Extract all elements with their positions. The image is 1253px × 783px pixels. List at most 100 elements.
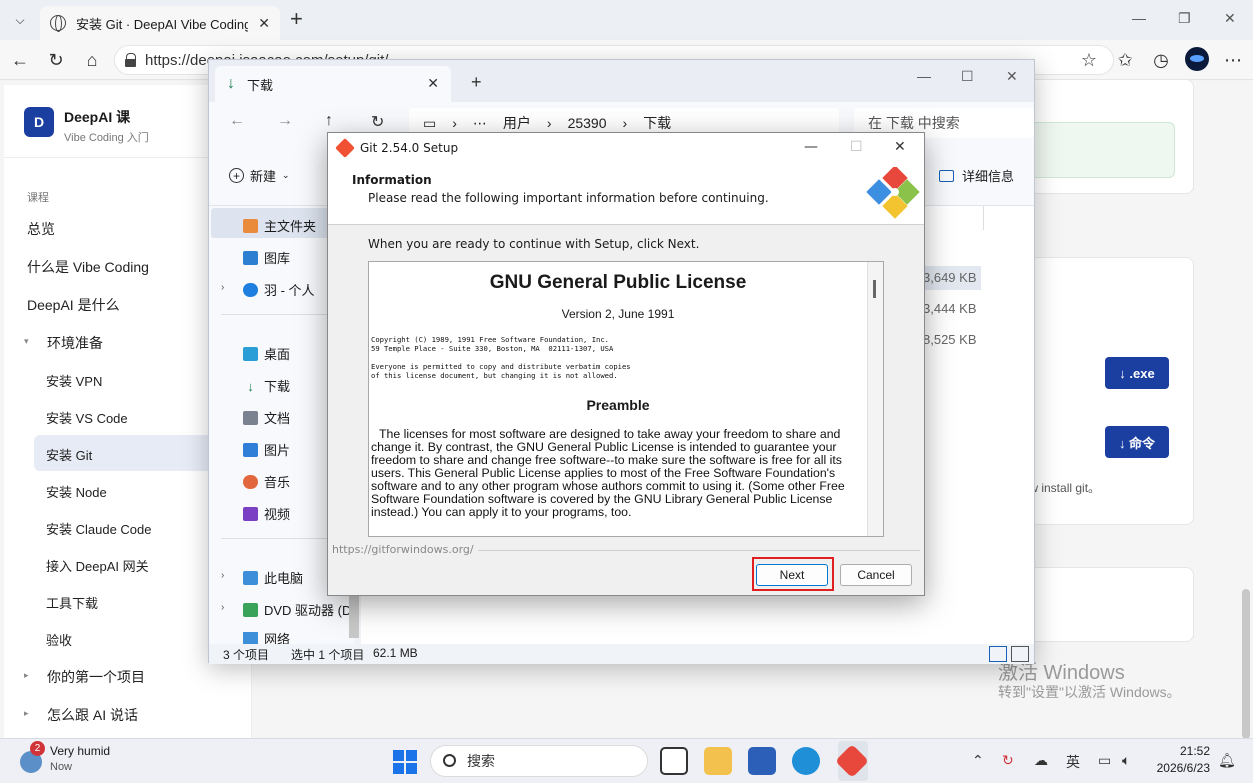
collapsed-caret-icon[interactable]: ▸ bbox=[24, 670, 29, 681]
cloud-status-icon[interactable]: ☁ bbox=[1034, 752, 1048, 769]
explorer-tab-close-icon[interactable]: ✕ bbox=[427, 75, 439, 92]
explorer-close-icon[interactable]: ✕ bbox=[1006, 68, 1018, 85]
sidebar-item-environment[interactable]: 环境准备 bbox=[47, 333, 103, 353]
preamble-title: Preamble bbox=[586, 397, 650, 413]
task-view-icon[interactable] bbox=[660, 747, 688, 775]
nav-item-downloads[interactable]: ↓ 下载 bbox=[243, 376, 290, 395]
brand-logo[interactable]: D bbox=[24, 107, 54, 137]
explorer-up-icon[interactable]: ↑ bbox=[325, 112, 333, 130]
explorer-maximize-icon[interactable]: ☐ bbox=[961, 68, 974, 85]
dialog-intro: When you are ready to continue with Setu… bbox=[368, 237, 700, 251]
volume-icon[interactable]: 🔈︎ bbox=[1122, 752, 1130, 769]
nav-item-pictures[interactable]: 图片 bbox=[243, 440, 290, 459]
weather-text[interactable]: Very humid bbox=[50, 744, 110, 758]
microsoft-store-icon[interactable] bbox=[748, 747, 776, 775]
license-scrollbar[interactable] bbox=[867, 262, 883, 536]
sidebar-sub-acceptance[interactable]: 验收 bbox=[46, 630, 72, 649]
expand-caret-icon[interactable]: ▾ bbox=[24, 336, 29, 347]
favorite-star-icon[interactable]: ☆ bbox=[1077, 48, 1101, 72]
next-highlight-box bbox=[752, 557, 834, 591]
ime-indicator[interactable]: 英 bbox=[1066, 752, 1080, 772]
explorer-minimize-icon[interactable]: — bbox=[917, 68, 931, 84]
refresh-icon[interactable]: ↻ bbox=[44, 48, 68, 72]
sidebar-sub-tools[interactable]: 工具下载 bbox=[46, 593, 98, 612]
profile-avatar[interactable] bbox=[1185, 47, 1209, 71]
details-view-icon[interactable] bbox=[989, 646, 1007, 662]
back-arrow-icon[interactable]: ← bbox=[8, 48, 32, 72]
sidebar-sub-node[interactable]: 安装 Node bbox=[46, 482, 107, 501]
explorer-forward-icon[interactable]: → bbox=[277, 112, 293, 130]
nav-item-home[interactable]: 主文件夹 bbox=[243, 216, 316, 235]
browser-tab[interactable]: 安装 Git · DeepAI Vibe Coding 课 ✕ bbox=[40, 6, 280, 40]
tiles-view-icon[interactable] bbox=[1011, 646, 1029, 662]
restore-icon[interactable]: ❐ bbox=[1178, 10, 1191, 27]
expand-chevron-icon[interactable]: › bbox=[221, 602, 224, 613]
collapsed-caret-icon[interactable]: ▸ bbox=[24, 708, 29, 719]
nav-item-music[interactable]: 音乐 bbox=[243, 472, 290, 491]
home-icon[interactable]: ⌂ bbox=[80, 48, 104, 72]
tab-list-chevron-icon[interactable]: ⌵ bbox=[8, 8, 32, 32]
tab-close-icon[interactable]: ✕ bbox=[258, 15, 270, 32]
more-menu-icon[interactable]: ⋯ bbox=[1221, 48, 1245, 72]
explorer-new-tab-icon[interactable]: + bbox=[471, 72, 482, 93]
explorer-refresh-icon[interactable]: ↻ bbox=[371, 112, 384, 132]
sidebar-item-first-project[interactable]: 你的第一个项目 bbox=[47, 667, 145, 687]
nav-item-videos[interactable]: 视频 bbox=[243, 504, 290, 523]
path-segment[interactable]: 用户 bbox=[503, 113, 531, 133]
path-segment[interactable]: 下载 bbox=[643, 113, 671, 133]
sidebar-sub-git[interactable]: 安装 Git bbox=[46, 445, 92, 464]
network-icon[interactable]: ▭ bbox=[1098, 752, 1111, 769]
edge-browser-icon[interactable] bbox=[792, 747, 820, 775]
license-title: GNU General Public License bbox=[489, 272, 747, 293]
explorer-tab[interactable]: ↓ 下载 ✕ bbox=[215, 66, 451, 102]
favorites-list-icon[interactable]: ✩ bbox=[1113, 48, 1137, 72]
sidebar-sub-vscode[interactable]: 安装 VS Code bbox=[46, 408, 128, 427]
nav-item-network[interactable]: 网络 bbox=[243, 632, 290, 644]
windows-start-icon[interactable] bbox=[393, 750, 417, 774]
sidebar-item-what-is-deepai[interactable]: DeepAI 是什么 bbox=[27, 295, 120, 315]
nav-item-documents[interactable]: 文档 bbox=[243, 408, 290, 427]
nav-item-onedrive[interactable]: 羽 - 个人 bbox=[243, 280, 315, 299]
brand-name[interactable]: DeepAI 课 bbox=[64, 107, 130, 127]
explorer-details-button[interactable]: 详细信息 bbox=[939, 166, 1014, 185]
download-exe-button[interactable]: ↓ .exe bbox=[1105, 357, 1169, 389]
expand-chevron-icon[interactable]: › bbox=[221, 282, 224, 293]
page-scrollbar[interactable] bbox=[1242, 589, 1250, 739]
file-explorer-icon[interactable] bbox=[704, 747, 732, 775]
download-command-button[interactable]: ↓ 命令 bbox=[1105, 426, 1169, 458]
nav-item-this-pc[interactable]: 此电脑 bbox=[243, 568, 303, 587]
file-size: 8,525 KB bbox=[923, 332, 977, 347]
sidebar-item-what-is-vibe-coding[interactable]: 什么是 Vibe Coding bbox=[27, 257, 149, 277]
sidebar-sub-vpn[interactable]: 安装 VPN bbox=[46, 371, 102, 390]
nav-item-gallery[interactable]: 图库 bbox=[243, 248, 290, 267]
clock-date[interactable]: 2026/6/23 bbox=[1152, 761, 1210, 775]
sidebar-sub-gateway[interactable]: 接入 DeepAI 网关 bbox=[46, 556, 149, 575]
nav-item-desktop[interactable]: 桌面 bbox=[243, 344, 290, 363]
expand-chevron-icon[interactable]: › bbox=[221, 570, 224, 581]
dialog-minimize-icon[interactable]: — bbox=[804, 139, 818, 155]
sync-icon[interactable]: ↻ bbox=[1002, 752, 1014, 769]
sidebar-sub-claude-code[interactable]: 安装 Claude Code bbox=[46, 519, 152, 538]
close-window-icon[interactable]: ✕ bbox=[1224, 10, 1236, 27]
new-tab-plus-icon[interactable]: + bbox=[290, 8, 303, 30]
explorer-back-icon[interactable]: ← bbox=[229, 112, 245, 130]
dialog-close-icon[interactable]: ✕ bbox=[894, 139, 906, 155]
sidebar-item-talk-to-ai[interactable]: 怎么跟 AI 说话 bbox=[47, 705, 138, 725]
nav-item-dvd[interactable]: DVD 驱动器 (D bbox=[243, 600, 351, 619]
notification-bell-icon[interactable]: 🔔︎ bbox=[1218, 752, 1236, 769]
new-label: 新建 bbox=[250, 169, 277, 184]
taskbar-search[interactable]: 搜索 bbox=[430, 745, 648, 777]
license-scroll-thumb[interactable] bbox=[873, 280, 876, 298]
path-segment[interactable]: 25390 bbox=[568, 115, 607, 131]
minimize-icon[interactable]: — bbox=[1132, 10, 1146, 26]
sidebar-item-overview[interactable]: 总览 bbox=[27, 219, 55, 239]
plus-circle-icon: + bbox=[229, 168, 244, 183]
license-text-box[interactable]: GNU General Public License Version 2, Ju… bbox=[368, 261, 884, 537]
gitforwindows-link[interactable]: https://gitforwindows.org/ bbox=[332, 543, 478, 556]
cancel-button[interactable]: Cancel bbox=[840, 564, 912, 586]
tray-expand-chevron-icon[interactable]: ⌃ bbox=[972, 752, 984, 769]
path-chevron-icon: › bbox=[546, 115, 552, 131]
explorer-new-button[interactable]: + 新建 ⌄ bbox=[229, 166, 290, 185]
clock-time[interactable]: 21:52 bbox=[1152, 744, 1210, 758]
history-icon[interactable]: ◷ bbox=[1149, 48, 1173, 72]
